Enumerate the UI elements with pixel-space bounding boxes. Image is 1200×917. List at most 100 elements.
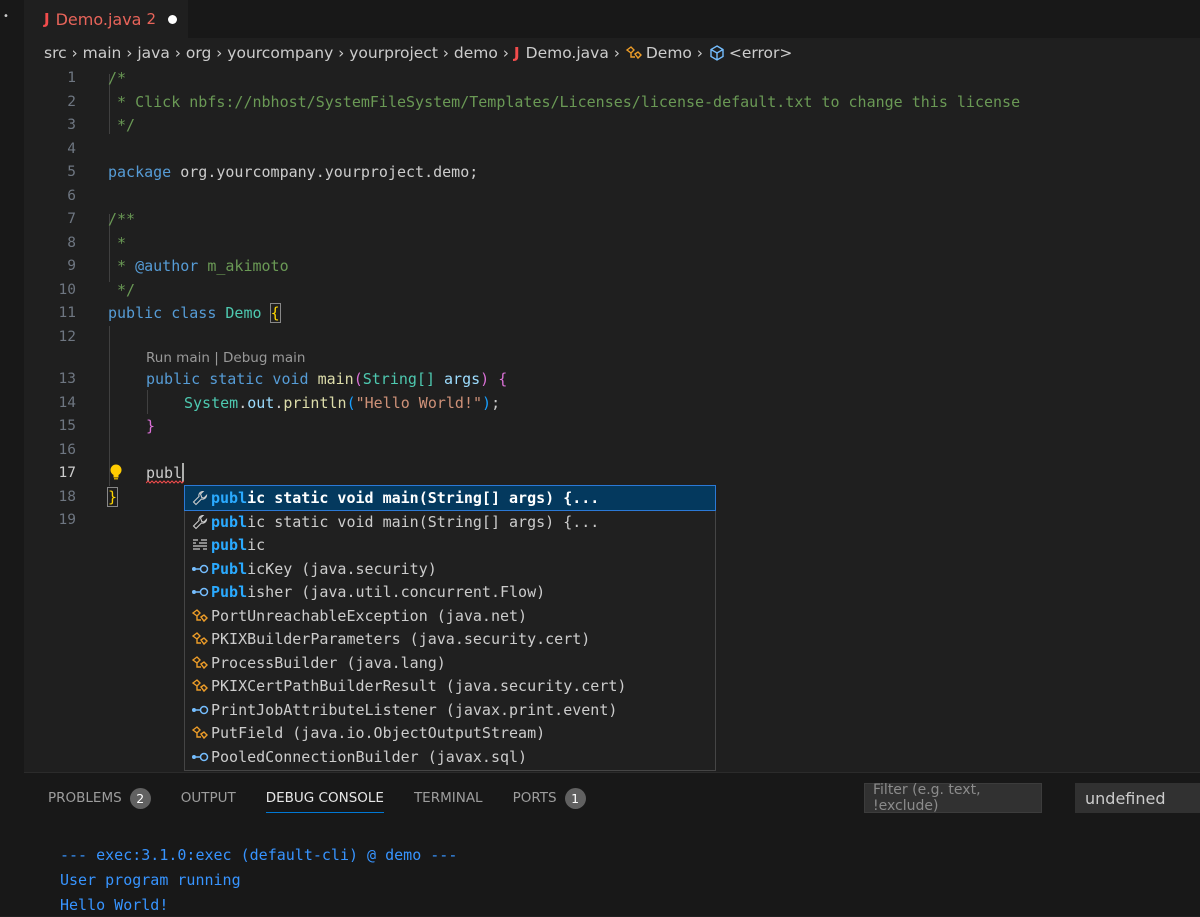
java-file-icon: J [44, 10, 50, 28]
chevron-right-icon: › [502, 44, 509, 62]
code-line: System.out.println("Hello World!"); [184, 394, 501, 412]
line-number: 12 [58, 329, 76, 345]
suggestion-label: PKIXBuilderParameters (java.security.cer… [211, 629, 591, 648]
class-icon [189, 631, 211, 647]
line-number: 2 [67, 94, 76, 110]
tab-label: PORTS [512, 790, 557, 806]
chevron-right-icon: › [338, 44, 345, 62]
breadcrumb-item[interactable]: org [186, 44, 211, 62]
console-line: Hello World! [60, 896, 169, 914]
breadcrumb-item[interactable]: yourproject [349, 44, 438, 62]
line-number: 6 [67, 188, 76, 204]
interface-icon [189, 587, 211, 597]
suggestion-item[interactable]: publ ic [185, 533, 715, 557]
tab-problem-count: 2 [146, 10, 157, 28]
method-name: main [317, 370, 354, 388]
line-number: 9 [67, 258, 76, 274]
line-number: 1 [67, 70, 76, 86]
breadcrumb-item[interactable]: java [137, 44, 169, 62]
code-line: } [106, 485, 119, 509]
suggestion-label: icKey (java.security) [247, 559, 437, 578]
tab-ports[interactable]: PORTS 1 [513, 783, 586, 813]
suggestion-item[interactable]: PortUnreachableException (java.net) [185, 604, 715, 628]
comment-text: * [108, 257, 136, 275]
class-icon [189, 608, 211, 624]
tab-problems[interactable]: PROBLEMS 2 [48, 783, 151, 813]
method-name: println [283, 394, 347, 412]
suggestion-label: PutField (java.io.ObjectOutputStream) [211, 723, 546, 742]
class-icon [189, 678, 211, 694]
suggestion-item[interactable]: publ ic static void main(String[] args) {… [184, 485, 716, 511]
console-filter-input[interactable]: Filter (e.g. text, !exclude) [864, 782, 1042, 814]
tab-debug-console[interactable]: DEBUG CONSOLE [265, 783, 384, 813]
java-file-icon: J [513, 44, 520, 62]
code-line: */ [108, 116, 136, 134]
tab-label: DEBUG CONSOLE [265, 789, 384, 806]
chevron-right-icon: › [216, 44, 223, 62]
suggestion-item[interactable]: PKIXBuilderParameters (java.security.cer… [185, 627, 715, 651]
suggestion-match: publ [211, 512, 248, 531]
breadcrumb-item[interactable]: <error> [729, 44, 793, 62]
suggestion-item[interactable]: PrintJobAttributeListener (javax.print.e… [185, 698, 715, 722]
suggestion-match: Publ [211, 559, 248, 578]
breadcrumb-item[interactable]: yourcompany [227, 44, 333, 62]
param-name: args [444, 370, 481, 388]
suggestion-item[interactable]: publ ic static void main(String[] args) {… [185, 510, 715, 534]
debug-session-select[interactable]: undefined [1075, 783, 1200, 813]
error-squiggle [146, 480, 184, 484]
line-number: 19 [58, 512, 76, 528]
code-line: package org.yourcompany.yourproject.demo… [108, 160, 478, 184]
suggestion-item[interactable]: Publ icKey (java.security) [185, 557, 715, 581]
lightbulb-icon[interactable] [108, 460, 128, 484]
console-line: --- exec:3.1.0:exec (default-cli) @ demo… [60, 846, 458, 864]
codelens-run-debug[interactable]: Run main | Debug main [146, 347, 305, 369]
code-line: */ [108, 281, 136, 299]
suggestion-label: PrintJobAttributeListener (javax.print.e… [211, 700, 618, 719]
chevron-right-icon: › [126, 44, 133, 62]
class-name: Demo [225, 304, 262, 322]
suggestion-item[interactable]: PooledConnectionBuilder (javax.sql) [185, 745, 715, 769]
chevron-right-icon: › [442, 44, 449, 62]
type-name: String[] [362, 370, 435, 388]
suggestion-item[interactable]: Publ isher (java.util.concurrent.Flow) [185, 580, 715, 604]
code-line: * @author m_akimoto [108, 254, 289, 278]
console-line: User program running [60, 871, 241, 889]
tab-demo-java[interactable]: J Demo.java 2 [24, 0, 188, 38]
suggestion-label: ic static void main(String[] args) {... [247, 488, 600, 507]
line-number: 8 [67, 235, 76, 251]
breadcrumb-item[interactable]: Demo [646, 44, 692, 62]
keyword-icon [189, 538, 211, 552]
tab-terminal[interactable]: TERMINAL [414, 783, 483, 813]
suggestion-match: Publ [211, 582, 248, 601]
breadcrumb-item[interactable]: src [44, 44, 67, 62]
line-number: 18 [58, 489, 76, 505]
breadcrumb-item[interactable]: Demo.java [526, 44, 609, 62]
field-name: out [247, 394, 275, 412]
class-icon [189, 655, 211, 671]
interface-icon [189, 752, 211, 762]
chevron-right-icon: › [71, 44, 78, 62]
suggestion-match: publ [211, 535, 248, 554]
chevron-right-icon: › [174, 44, 181, 62]
type-name: System [184, 394, 239, 412]
suggestion-match: publ [211, 488, 248, 507]
editor-tab-bar: J Demo.java 2 [24, 0, 1200, 38]
suggestion-item[interactable]: PutField (java.io.ObjectOutputStream) [185, 721, 715, 745]
keyword: public static void [146, 370, 309, 388]
suggestion-item[interactable]: ProcessBuilder (java.lang) [185, 651, 715, 675]
unsaved-dot-icon[interactable] [168, 14, 178, 24]
problems-badge: 2 [129, 787, 151, 809]
dot-icon: • [3, 11, 9, 22]
breadcrumb-item[interactable]: main [83, 44, 122, 62]
indent-guide [147, 390, 148, 414]
breadcrumb-item[interactable]: demo [454, 44, 498, 62]
suggestion-widget: publ ic static void main(String[] args) {… [184, 485, 716, 771]
suggestion-label: PooledConnectionBuilder (javax.sql) [211, 747, 528, 766]
code-line: * [108, 234, 127, 252]
code-line: /* [108, 69, 127, 87]
code-line: } [146, 417, 156, 435]
suggestion-label: ProcessBuilder (java.lang) [211, 653, 446, 672]
class-icon [625, 45, 643, 61]
suggestion-item[interactable]: PKIXCertPathBuilderResult (java.security… [185, 674, 715, 698]
tab-output[interactable]: OUTPUT [181, 783, 236, 813]
